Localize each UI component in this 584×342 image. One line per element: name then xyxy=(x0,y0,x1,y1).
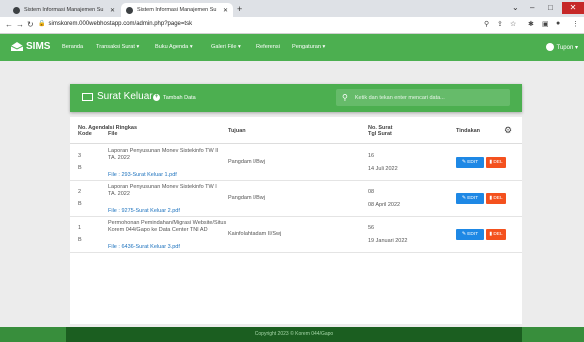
cell-agenda: 3 xyxy=(78,153,82,159)
cell-tgl-surat: 14 Juli 2022 xyxy=(368,166,398,172)
nav-item-beranda[interactable]: Beranda xyxy=(62,44,83,50)
brand-logo[interactable]: SIMS xyxy=(11,41,50,52)
cell-no-surat: 08 xyxy=(368,189,375,195)
user-menu[interactable]: Tupon ▾ xyxy=(545,43,578,51)
delete-label: DEL xyxy=(493,232,503,237)
page-footer: Copyright 2023 © Korem 044/Gapo xyxy=(0,327,584,342)
cell-agenda: 2 xyxy=(78,189,82,195)
table-row: 3 B Laporan Penyusunan Monev Sistekinfo … xyxy=(70,145,522,181)
edit-label: EDIT xyxy=(467,160,479,165)
edit-label: EDIT xyxy=(467,232,479,237)
minimize-button[interactable]: – xyxy=(530,3,534,12)
favicon-icon xyxy=(13,6,20,14)
table-header: No. Agenda Kode Isi Ringkas File Tujuan … xyxy=(70,117,522,144)
footer-text: Copyright 2023 © Korem 044/Gapo xyxy=(66,327,522,342)
cell-ringkasan: Laporan Penyusunan Monev Sistekinfo TW I… xyxy=(108,184,217,197)
delete-button[interactable]: ▮ DEL xyxy=(486,193,506,204)
forward-icon[interactable]: → xyxy=(16,20,24,29)
tab-close-icon[interactable]: ✕ xyxy=(110,7,115,14)
delete-button[interactable]: ▮ DEL xyxy=(486,157,506,168)
cell-ringkasan: Laporan Penyusunan Monev Sistekinfo TW I… xyxy=(108,148,219,161)
plus-icon: + xyxy=(153,94,160,101)
reload-icon[interactable]: ↻ xyxy=(27,20,34,29)
tab-close-icon[interactable]: ✕ xyxy=(223,7,228,14)
sidebar-icon[interactable]: ▣ xyxy=(542,20,549,28)
data-table: No. Agenda Kode Isi Ringkas File Tujuan … xyxy=(70,117,522,324)
file-link[interactable]: File : 293-Surat Keluar 1.pdf xyxy=(108,172,177,178)
cell-tgl-surat: 19 Januari 2022 xyxy=(368,238,408,244)
tab-title: Sistem Informasi Manajemen Su xyxy=(137,7,217,13)
tab-title: Sistem Informasi Manajemen Su xyxy=(24,7,104,13)
user-name: Tupon ▾ xyxy=(556,44,578,51)
address-bar-row: ← → ↻ 🔒 simskorem.000webhostapp.com/admin… xyxy=(0,17,584,34)
new-tab-button[interactable]: + xyxy=(237,4,242,14)
cell-tujuan: Kainfolahtadam II/Swj xyxy=(228,231,282,237)
col-header-tindakan: Tindakan xyxy=(456,128,481,134)
add-data-button[interactable]: + Tambah Data xyxy=(153,94,196,101)
zoom-icon[interactable]: ⚲ xyxy=(484,20,489,28)
table-row: 2 B Laporan Penyusunan Monev Sistekinfo … xyxy=(70,181,522,217)
url-text: simskorem.000webhostapp.com/admin.php?pa… xyxy=(48,21,193,27)
chevron-down-icon[interactable]: ⌄ xyxy=(512,3,519,12)
app-navbar: SIMS Beranda Transaksi Surat ▾ Buku Agen… xyxy=(0,34,584,61)
maximize-button[interactable]: □ xyxy=(548,3,553,12)
page-header-card: Surat Keluar + Tambah Data ⚲ Ketik dan t… xyxy=(70,84,522,112)
share-icon[interactable]: ⇪ xyxy=(497,20,503,28)
cell-ringkasan: Permohonan Pemindahan/Migrasi Website/Si… xyxy=(108,220,227,233)
nav-item-galeri-file[interactable]: Galeri File ▾ xyxy=(211,44,241,50)
file-link[interactable]: File : 9275-Surat Keluar 2.pdf xyxy=(108,208,180,214)
star-icon[interactable]: ☆ xyxy=(510,20,516,28)
delete-button[interactable]: ▮ DEL xyxy=(486,229,506,240)
cell-no-surat: 16 xyxy=(368,153,375,159)
edit-button[interactable]: ✎ EDIT xyxy=(456,229,484,240)
cell-kode: B xyxy=(78,165,82,171)
edit-label: EDIT xyxy=(467,196,479,201)
edit-button[interactable]: ✎ EDIT xyxy=(456,193,484,204)
col-header-file: File xyxy=(108,131,118,137)
file-link[interactable]: File : 6436-Surat Keluar 3.pdf xyxy=(108,244,180,250)
cell-tgl-surat: 08 April 2022 xyxy=(368,202,401,208)
extensions-icon[interactable]: ✱ xyxy=(528,20,534,28)
nav-item-buku-agenda[interactable]: Buku Agenda ▾ xyxy=(155,44,193,50)
back-icon[interactable]: ← xyxy=(5,20,13,29)
cell-agenda: 1 xyxy=(78,225,82,231)
col-header-tujuan: Tujuan xyxy=(228,128,246,134)
table-row: 1 B Permohonan Pemindahan/Migrasi Websit… xyxy=(70,217,522,253)
nav-item-referensi[interactable]: Referensi xyxy=(256,44,280,50)
profile-icon[interactable]: ● xyxy=(556,20,560,27)
lock-icon: 🔒 xyxy=(38,21,46,27)
user-icon xyxy=(545,43,554,51)
envelope-icon xyxy=(11,42,23,51)
page-title: Surat Keluar xyxy=(82,91,153,102)
favicon-icon xyxy=(126,6,133,14)
search-input[interactable]: ⚲ Ketik dan tekan enter mencari data... xyxy=(336,89,510,106)
page-title-text: Surat Keluar xyxy=(97,91,153,102)
delete-label: DEL xyxy=(493,196,503,201)
cell-tujuan: Pangdam I/Bwj xyxy=(228,195,265,201)
browser-tab-2[interactable]: Sistem Informasi Manajemen Su ✕ xyxy=(121,3,233,17)
cell-kode: B xyxy=(78,237,82,243)
add-data-label: Tambah Data xyxy=(163,94,196,101)
brand-text: SIMS xyxy=(26,41,51,52)
edit-button[interactable]: ✎ EDIT xyxy=(456,157,484,168)
url-field[interactable]: 🔒 simskorem.000webhostapp.com/admin.php?p… xyxy=(38,20,192,27)
cell-tujuan: Pangdam I/Bwj xyxy=(228,159,265,165)
search-icon: ⚲ xyxy=(342,93,348,102)
window-close-button[interactable]: ✕ xyxy=(562,2,584,14)
col-header-tgl-surat: Tgl Surat xyxy=(368,131,392,137)
browser-tab-1[interactable]: Sistem Informasi Manajemen Su ✕ xyxy=(8,3,120,17)
cell-no-surat: 56 xyxy=(368,225,375,231)
search-placeholder: Ketik dan tekan enter mencari data... xyxy=(354,94,445,101)
delete-label: DEL xyxy=(493,160,503,165)
col-header-kode: Kode xyxy=(78,131,92,137)
nav-item-pengaturan[interactable]: Pengaturan ▾ xyxy=(292,44,325,50)
cell-kode: B xyxy=(78,201,82,207)
gear-icon[interactable]: ⚙ xyxy=(504,125,512,136)
nav-item-transaksi-surat[interactable]: Transaksi Surat ▾ xyxy=(96,44,139,50)
mail-icon xyxy=(82,92,93,101)
browser-tabstrip: Sistem Informasi Manajemen Su ✕ Sistem I… xyxy=(0,0,584,17)
menu-icon[interactable]: ⋮ xyxy=(572,20,579,28)
